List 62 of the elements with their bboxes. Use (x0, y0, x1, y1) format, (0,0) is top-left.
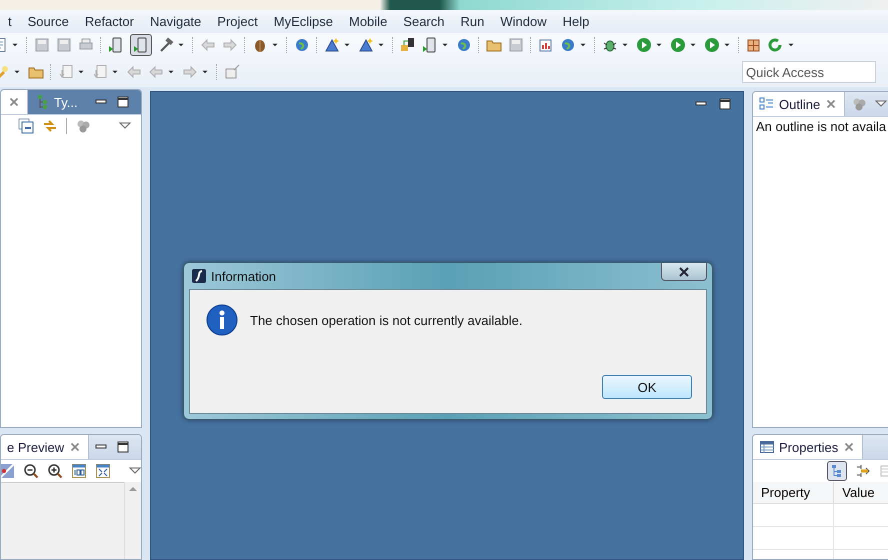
hammer-icon[interactable] (158, 37, 174, 53)
circles-icon[interactable] (75, 118, 91, 134)
menu-item[interactable]: Search (395, 14, 452, 29)
globe-icon[interactable] (456, 37, 472, 53)
dialog-message: The chosen operation is not currently available. (250, 312, 522, 328)
scrollbar[interactable] (124, 482, 141, 559)
menu-item[interactable]: Source (20, 14, 77, 29)
device-play-icon[interactable] (422, 37, 438, 53)
menu-item[interactable]: Help (554, 14, 598, 29)
zoom-in-icon[interactable] (47, 463, 63, 479)
quick-access-field[interactable]: Quick Access (742, 61, 876, 83)
phone-icon[interactable] (108, 37, 124, 53)
table-icon (759, 439, 775, 455)
play-icon[interactable] (636, 37, 652, 53)
close-icon[interactable] (7, 95, 21, 109)
bean-icon[interactable] (252, 37, 268, 53)
window-pin-icon[interactable] (224, 64, 240, 80)
view-tab[interactable]: Properties (753, 435, 864, 459)
view-tab[interactable] (1, 90, 28, 114)
menu-item[interactable]: Project (209, 14, 266, 29)
globe-icon[interactable] (560, 37, 576, 53)
grid-icon[interactable] (746, 37, 762, 53)
menu-item[interactable]: Navigate (142, 14, 210, 29)
menu-item[interactable]: Run (452, 14, 492, 29)
triangle-icon[interactable] (358, 37, 374, 53)
phone-toggle-button[interactable] (130, 34, 152, 56)
dialog-title: Information (211, 268, 276, 284)
menu-item[interactable]: t (0, 14, 20, 29)
outline-icon (759, 96, 775, 112)
server-folder-icon[interactable] (400, 37, 416, 53)
maximize-icon[interactable] (717, 96, 733, 112)
view-tab[interactable]: Outline (753, 92, 846, 116)
menu-item[interactable]: MyEclipse (266, 14, 341, 29)
app-logo-icon (191, 268, 207, 284)
ok-button[interactable]: OK (602, 375, 692, 399)
globe-icon[interactable] (294, 37, 310, 53)
chart-icon[interactable] (538, 37, 554, 53)
fit-window-icon[interactable] (95, 463, 111, 479)
column-header[interactable]: Value (834, 482, 888, 504)
zoom-out-icon[interactable] (23, 463, 39, 479)
collapse-all-icon[interactable] (18, 118, 34, 134)
link-arrows-icon[interactable] (42, 118, 58, 134)
maximize-icon[interactable] (115, 94, 131, 110)
view-tab[interactable]: e Preview (1, 435, 90, 459)
actual-size-icon[interactable] (71, 463, 87, 479)
close-button[interactable] (661, 263, 707, 281)
picture-icon[interactable] (1, 463, 15, 479)
circles-icon (851, 96, 868, 112)
column-header[interactable]: Property (753, 482, 834, 504)
play-icon[interactable] (670, 37, 686, 53)
info-icon (206, 304, 238, 336)
menu-item[interactable]: Window (492, 14, 555, 29)
maximize-icon[interactable] (115, 439, 131, 455)
categories-toggle-button[interactable] (827, 461, 847, 481)
outline-message: An outline is not availa (755, 118, 888, 136)
play-icon[interactable] (704, 37, 720, 53)
filter-arrow-icon[interactable] (855, 463, 871, 479)
close-icon (678, 266, 690, 276)
triangle-sparkle-icon[interactable] (324, 37, 340, 53)
menu-item[interactable]: Refactor (76, 14, 142, 29)
menu-item[interactable]: Mobile (341, 14, 396, 29)
phone-icon (133, 37, 149, 53)
